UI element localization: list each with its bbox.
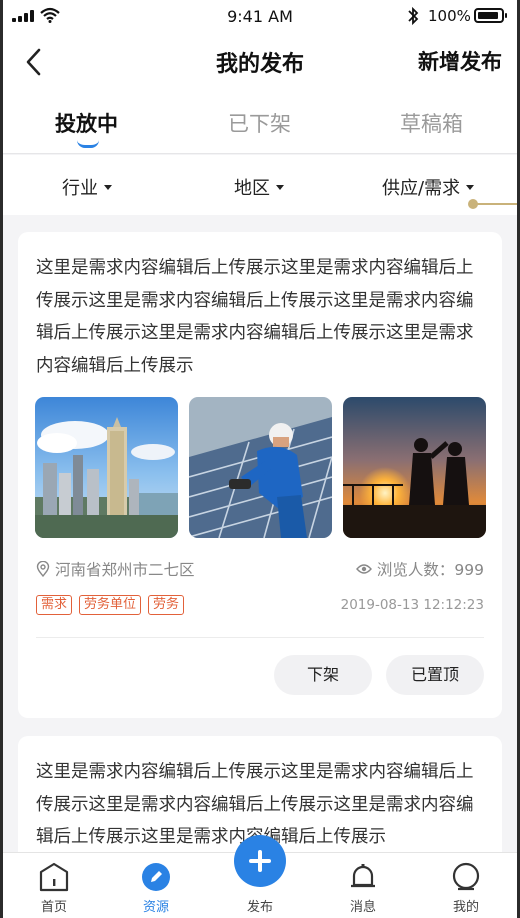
annotation-pin-line: [474, 203, 520, 205]
post-views: 浏览人数：999: [355, 558, 484, 580]
unpublish-button[interactable]: 下架: [274, 655, 372, 695]
plus-icon[interactable]: [234, 835, 286, 887]
tab-removed[interactable]: 已下架: [228, 108, 291, 138]
back-button[interactable]: [20, 44, 48, 80]
caret-down-icon: [276, 184, 284, 190]
add-post-button[interactable]: 新增发布: [418, 46, 502, 76]
edit-icon: [142, 863, 170, 891]
post-datetime: 2019-08-13 12:12:23: [340, 597, 484, 613]
tabbar-label: 发布: [246, 900, 273, 915]
post-tags: 需求 劳务单位 劳务: [36, 595, 185, 615]
bell-icon: [351, 864, 375, 888]
filter-label: 地区: [234, 178, 270, 199]
filter-region[interactable]: 地区: [234, 174, 284, 200]
post-photos: [35, 397, 486, 538]
filter-industry[interactable]: 行业: [62, 174, 112, 200]
sunset-construction-photo[interactable]: [343, 397, 486, 538]
battery-percent: 100%: [428, 7, 471, 25]
eye-icon: [355, 564, 372, 574]
filter-label: 行业: [62, 178, 98, 199]
bottom-tab-bar: 首页 资源 发布 消息 我的: [0, 835, 520, 918]
tabbar-label: 资源: [142, 900, 169, 915]
post-location: 河南省郑州市二七区: [36, 558, 195, 580]
tabbar-label: 我的: [452, 900, 479, 915]
tabbar-resources[interactable]: 资源: [116, 853, 196, 918]
chevron-left-icon: [26, 48, 41, 76]
status-bar: 9:41 AM 100%: [0, 0, 520, 32]
tabbar-profile[interactable]: 我的: [426, 853, 506, 918]
profile-icon: [452, 862, 480, 891]
nav-header: 我的发布 新增发布: [0, 32, 520, 92]
filter-supply-demand[interactable]: 供应/需求: [382, 174, 475, 200]
pinned-button[interactable]: 已置顶: [386, 655, 484, 695]
tabbar-publish[interactable]: 发布: [220, 835, 300, 918]
battery-icon: [474, 8, 507, 23]
caret-down-icon: [466, 184, 475, 190]
card-divider: [36, 637, 484, 638]
caret-down-icon: [104, 184, 112, 190]
views-text: 浏览人数：999: [376, 561, 484, 579]
post-card[interactable]: 这里是需求内容编辑后上传展示这里是需求内容编辑后上传展示这里是需求内容编辑后上传…: [18, 232, 502, 718]
tabbar-home[interactable]: 首页: [14, 853, 94, 918]
bluetooth-icon: [408, 6, 419, 26]
filter-bar: 行业 地区 供应/需求: [0, 155, 520, 215]
home-icon: [39, 862, 69, 892]
solar-worker-photo[interactable]: [189, 397, 332, 538]
tabbar-label: 消息: [349, 900, 376, 915]
tabbar-messages[interactable]: 消息: [323, 853, 403, 918]
city-skyline-photo[interactable]: [35, 397, 178, 538]
tabbar-label: 首页: [40, 900, 67, 915]
tag-badge: 劳务: [148, 595, 185, 615]
tag-badge: 需求: [36, 595, 73, 615]
tab-drafts[interactable]: 草稿箱: [400, 108, 463, 138]
tab-indicator: [77, 140, 99, 148]
location-pin-icon: [36, 561, 50, 577]
post-description: 这里是需求内容编辑后上传展示这里是需求内容编辑后上传展示这里是需求内容编辑后上传…: [36, 258, 474, 376]
tag-badge: 劳务单位: [79, 595, 142, 615]
status-tabs: 投放中 已下架 草稿箱: [0, 92, 520, 154]
annotation-pin-dot: [468, 199, 478, 209]
location-text: 河南省郑州市二七区: [55, 561, 195, 579]
filter-label: 供应/需求: [382, 178, 461, 199]
tab-active[interactable]: 投放中: [55, 108, 118, 138]
